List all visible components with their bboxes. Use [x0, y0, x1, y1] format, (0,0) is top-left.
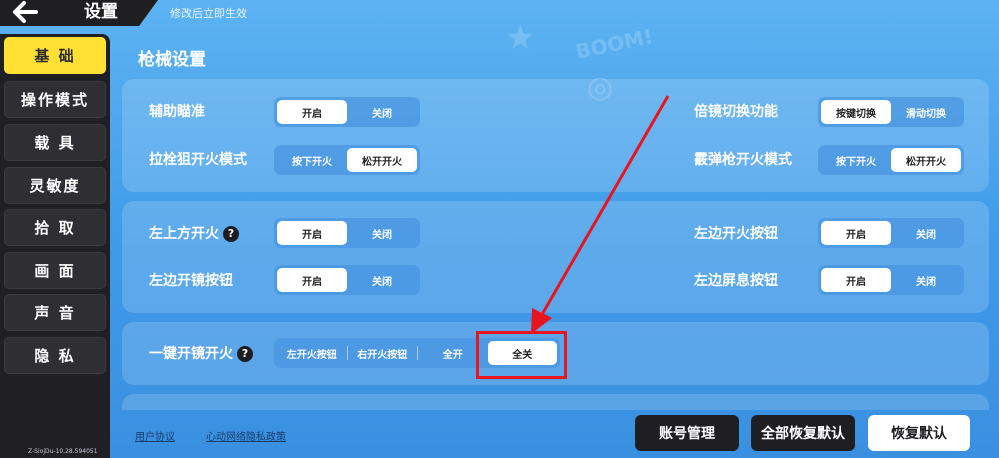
version-text: Z-SiojDu-10.28.594051 [28, 448, 98, 455]
sidebar-item-privacy[interactable]: 隐 私 [4, 337, 106, 374]
left-fire-button-toggle: 开启 关闭 [818, 218, 964, 248]
top-left-fire-text: 左上方开火 [149, 226, 219, 242]
shotgun-press-option[interactable]: 按下开火 [821, 148, 891, 172]
one-key-scope-fire-label: 一键开镜开火? [149, 345, 253, 363]
top-left-fire-on-option[interactable]: 开启 [277, 221, 347, 245]
account-management-button[interactable]: 账号管理 [635, 415, 739, 451]
settings-panel-1 [122, 79, 989, 192]
aim-assist-toggle: 开启 关闭 [274, 97, 420, 127]
sidebar-item-vehicle[interactable]: 载 具 [4, 124, 106, 161]
scope-switch-toggle: 按键切换 滑动切换 [818, 97, 964, 127]
shotgun-release-option[interactable]: 松开开火 [891, 148, 961, 172]
left-fire-off-option[interactable]: 关闭 [891, 221, 961, 245]
top-left-fire-toggle: 开启 关闭 [274, 218, 420, 248]
annotation-highlight-box [476, 331, 567, 379]
left-hold-breath-off-option[interactable]: 关闭 [891, 268, 961, 292]
left-fire-button-label: 左边开火按钮 [694, 226, 778, 242]
left-fire-button-option[interactable]: 左开火按钮 [277, 341, 347, 365]
bolt-sniper-fire-label: 拉栓狙开火模式 [149, 152, 247, 168]
privacy-policy-link[interactable]: 心动网络隐私政策 [206, 428, 286, 443]
sidebar-item-graphics[interactable]: 画 面 [4, 252, 106, 289]
left-hold-breath-label: 左边屏息按钮 [694, 273, 778, 289]
user-agreement-link[interactable]: 用户协议 [135, 428, 175, 443]
left-scope-button-label: 左边开镜按钮 [149, 273, 233, 289]
aim-assist-label: 辅助瞄准 [149, 104, 205, 120]
sidebar-item-basic[interactable]: 基 础 [4, 37, 106, 74]
aim-assist-on-option[interactable]: 开启 [277, 100, 347, 124]
left-hold-breath-on-option[interactable]: 开启 [821, 268, 891, 292]
left-fire-on-option[interactable]: 开启 [821, 221, 891, 245]
right-fire-button-option[interactable]: 右开火按钮 [348, 341, 418, 365]
background-boom-text: BOOM! [573, 24, 655, 64]
sidebar-item-pickup[interactable]: 拾 取 [4, 209, 106, 246]
shotgun-fire-toggle: 按下开火 松开开火 [818, 145, 964, 175]
page-title: 设置 [84, 2, 118, 22]
sidebar-item-control-mode[interactable]: 操作模式 [4, 81, 106, 118]
bolt-sniper-release-option[interactable]: 松开开火 [347, 148, 417, 172]
reset-default-button[interactable]: 恢复默认 [868, 415, 970, 451]
top-bar: 设置 修改后立即生效 [0, 0, 999, 26]
help-icon[interactable]: ? [237, 346, 253, 362]
shotgun-fire-label: 霰弹枪开火模式 [694, 152, 792, 168]
section-title: 枪械设置 [138, 50, 206, 70]
scope-switch-slide-option[interactable]: 滑动切换 [891, 100, 961, 124]
top-left-fire-off-option[interactable]: 关闭 [347, 221, 417, 245]
sidebar-item-sensitivity[interactable]: 灵敏度 [4, 167, 106, 204]
left-scope-on-option[interactable]: 开启 [277, 268, 347, 292]
scope-switch-label: 倍镜切换功能 [694, 104, 778, 120]
sidebar-item-sound[interactable]: 声 音 [4, 294, 106, 331]
help-icon[interactable]: ? [223, 226, 239, 242]
left-scope-button-toggle: 开启 关闭 [274, 265, 420, 295]
left-scope-off-option[interactable]: 关闭 [347, 268, 417, 292]
scope-switch-button-option[interactable]: 按键切换 [821, 100, 891, 124]
header-hint: 修改后立即生效 [170, 7, 247, 20]
top-left-fire-label: 左上方开火? [149, 225, 239, 243]
back-button[interactable] [12, 0, 44, 26]
reset-all-button[interactable]: 全部恢复默认 [751, 415, 855, 451]
bolt-sniper-fire-toggle: 按下开火 松开开火 [274, 145, 420, 175]
one-key-scope-fire-text: 一键开镜开火 [149, 346, 233, 362]
arrow-left-icon [13, 1, 38, 23]
bolt-sniper-press-option[interactable]: 按下开火 [277, 148, 347, 172]
settings-panel-4-partial [122, 394, 989, 410]
aim-assist-off-option[interactable]: 关闭 [347, 100, 417, 124]
left-hold-breath-toggle: 开启 关闭 [818, 265, 964, 295]
